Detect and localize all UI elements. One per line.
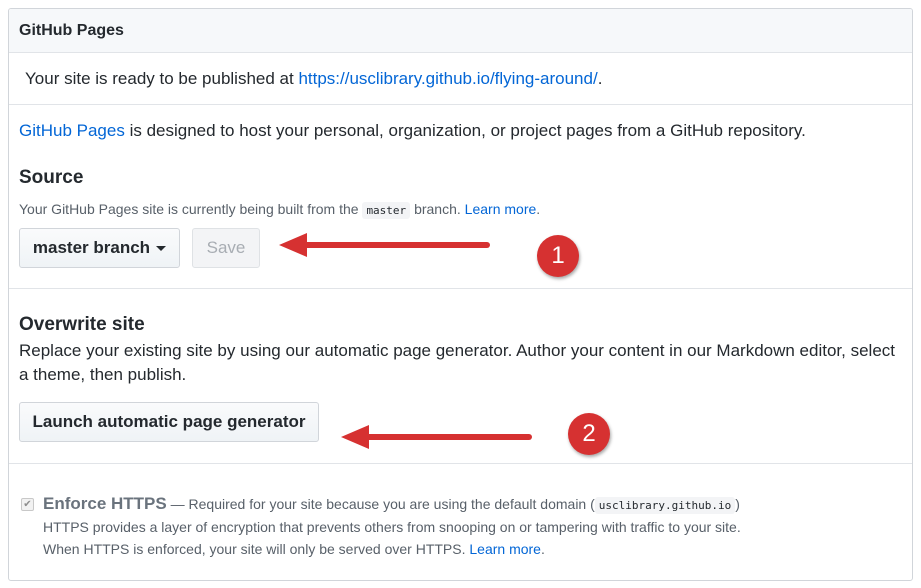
branch-select-label: master branch [32,238,151,257]
https-line-3: When HTTPS is enforced, your site will o… [43,541,545,557]
branch-select-button[interactable]: master branch [19,228,180,268]
https-title: Enforce HTTPS [43,494,167,513]
overwrite-heading: Overwrite site [19,314,145,335]
https-line-3-text: When HTTPS is enforced, your site will o… [43,541,470,557]
save-button[interactable]: Save [192,228,260,268]
source-note-suffix: branch. [410,201,465,217]
source-learn-more-link[interactable]: Learn more [465,201,537,217]
save-button-label: Save [206,238,246,257]
panel-title: GitHub Pages [19,21,124,39]
intro-description: is designed to host your personal, organ… [124,121,806,140]
https-section: ✔ Enforce HTTPS — Required for your site… [9,464,912,580]
branch-code: master [362,202,411,219]
intro-text: GitHub Pages is designed to host your pe… [19,121,806,141]
enforce-https-checkbox[interactable]: ✔ [21,498,34,511]
publish-status-suffix: . [597,68,603,88]
red-arrow-icon [279,233,490,257]
overwrite-description: Replace your existing site by using our … [19,341,895,384]
github-pages-link[interactable]: GitHub Pages [19,121,125,140]
publish-status-banner: Your site is ready to be published at ht… [9,53,912,105]
launch-page-generator-button[interactable]: Launch automatic page generator [19,402,319,442]
https-required-text: — Required for your site because you are… [166,496,595,512]
https-line-1: Enforce HTTPS — Required for your site b… [43,494,740,514]
https-line-2: HTTPS provides a layer of encryption tha… [43,519,741,535]
source-learn-more-suffix: . [536,201,541,217]
github-pages-panel: GitHub Pages Your site is ready to be pu… [8,8,913,581]
publish-status-text: Your site is ready to be published at [25,68,294,88]
https-learn-more-suffix: . [540,541,545,557]
source-note: Your GitHub Pages site is currently bein… [19,201,541,219]
red-arrow-icon [341,425,532,449]
source-section: GitHub Pages is designed to host your pe… [9,105,912,289]
overwrite-section: Overwrite site Replace your existing sit… [9,289,912,464]
caret-down-icon [156,245,167,251]
site-url-link[interactable]: https://usclibrary.github.io/flying-arou… [298,69,597,89]
https-learn-more-link[interactable]: Learn more [469,541,541,557]
launch-page-generator-label: Launch automatic page generator [32,412,306,431]
source-heading: Source [19,167,84,188]
panel-header: GitHub Pages [9,9,912,53]
annotation-badge-2: 2 [568,413,610,455]
source-note-prefix: Your GitHub Pages site is currently bein… [19,201,363,217]
domain-code: usclibrary.github.io [594,497,736,514]
https-close-paren: ) [735,496,740,512]
annotation-badge-1: 1 [537,235,579,277]
